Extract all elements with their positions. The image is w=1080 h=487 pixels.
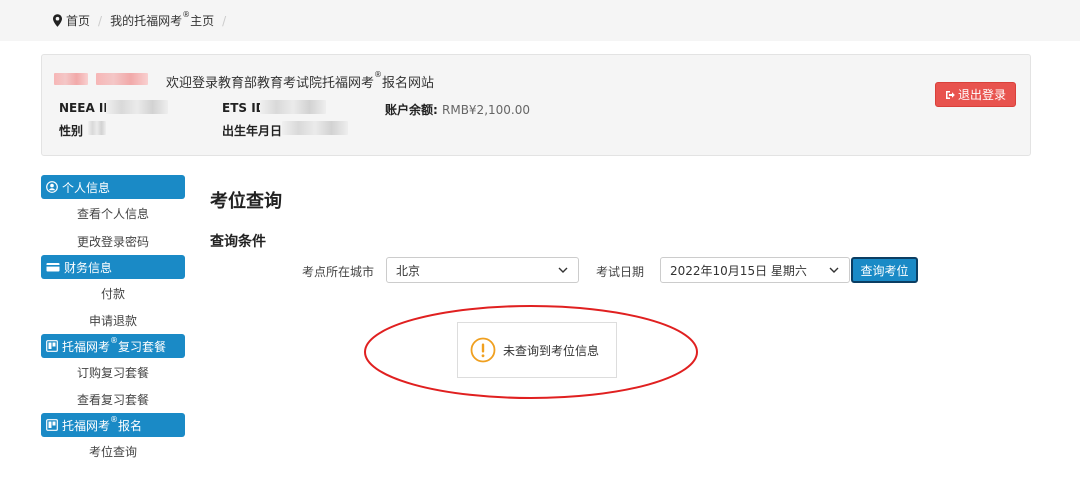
query-seat-button[interactable]: 查询考位: [851, 257, 918, 283]
no-result-message: 未查询到考位信息: [457, 322, 617, 378]
welcome-message: 欢迎登录教育部教育考试院托福网考®报名网站: [166, 70, 435, 91]
logout-button[interactable]: 退出登录: [935, 82, 1016, 107]
sidebar-section-registration[interactable]: 托福网考®报名: [41, 413, 185, 437]
query-conditions-heading: 查询条件: [210, 234, 266, 250]
warning-icon: [470, 337, 496, 363]
chevron-down-icon: [558, 267, 568, 273]
balance-field: 账户余额: RMB¥2,100.00: [385, 103, 530, 117]
sidebar-section-personal[interactable]: 个人信息: [41, 175, 185, 199]
breadcrumb: 首页 / 我的托福网考®主页 /: [0, 0, 1080, 41]
exam-date-select[interactable]: 2022年10月15日 星期六: [660, 257, 850, 283]
sidebar-item-refund[interactable]: 申请退款: [41, 307, 185, 334]
breadcrumb-home-link[interactable]: 首页: [66, 12, 90, 29]
city-label: 考点所在城市: [302, 265, 375, 279]
breadcrumb-separator: /: [98, 13, 103, 28]
page-title: 考位查询: [210, 191, 282, 212]
sidebar-item-payment[interactable]: 付款: [41, 279, 185, 307]
credit-card-icon: [46, 263, 60, 272]
sidebar: 个人信息 查看个人信息 更改登录密码 财务信息 付款 申请退款 托福网考®复习套…: [41, 175, 185, 465]
redacted-neea-id: [106, 100, 168, 114]
board-icon: [46, 419, 58, 431]
sidebar-item-change-password[interactable]: 更改登录密码: [41, 227, 185, 255]
sidebar-section-review-package[interactable]: 托福网考®复习套餐: [41, 334, 185, 358]
sidebar-item-view-profile[interactable]: 查看个人信息: [41, 199, 185, 227]
board-icon: [46, 340, 58, 352]
user-info-panel: 欢迎登录教育部教育考试院托福网考®报名网站 NEEA ID ETS ID 账户余…: [41, 54, 1031, 156]
redacted-name: [54, 73, 88, 85]
gender-field: 性别: [59, 124, 84, 138]
sidebar-section-finance[interactable]: 财务信息: [41, 255, 185, 279]
sidebar-item-view-review[interactable]: 查看复习套餐: [41, 386, 185, 413]
breadcrumb-separator: /: [222, 13, 227, 28]
sidebar-item-order-review[interactable]: 订购复习套餐: [41, 358, 185, 386]
exam-date-label: 考试日期: [596, 265, 645, 279]
balance-value: RMB¥2,100.00: [442, 103, 530, 117]
sign-out-icon: [945, 90, 955, 99]
chevron-down-icon: [829, 267, 839, 273]
birth-date-field: 出生年月日: [222, 124, 283, 138]
redacted-name: [96, 73, 148, 85]
sidebar-item-seat-query[interactable]: 考位查询: [41, 437, 185, 465]
user-circle-icon: [46, 181, 58, 193]
redacted-ets-id: [260, 100, 326, 114]
location-pin-icon: [53, 14, 62, 27]
city-select[interactable]: 北京: [386, 257, 579, 283]
redacted-gender: [88, 121, 106, 135]
breadcrumb-current[interactable]: 我的托福网考®主页: [110, 10, 214, 29]
redacted-birth-date: [282, 121, 348, 135]
